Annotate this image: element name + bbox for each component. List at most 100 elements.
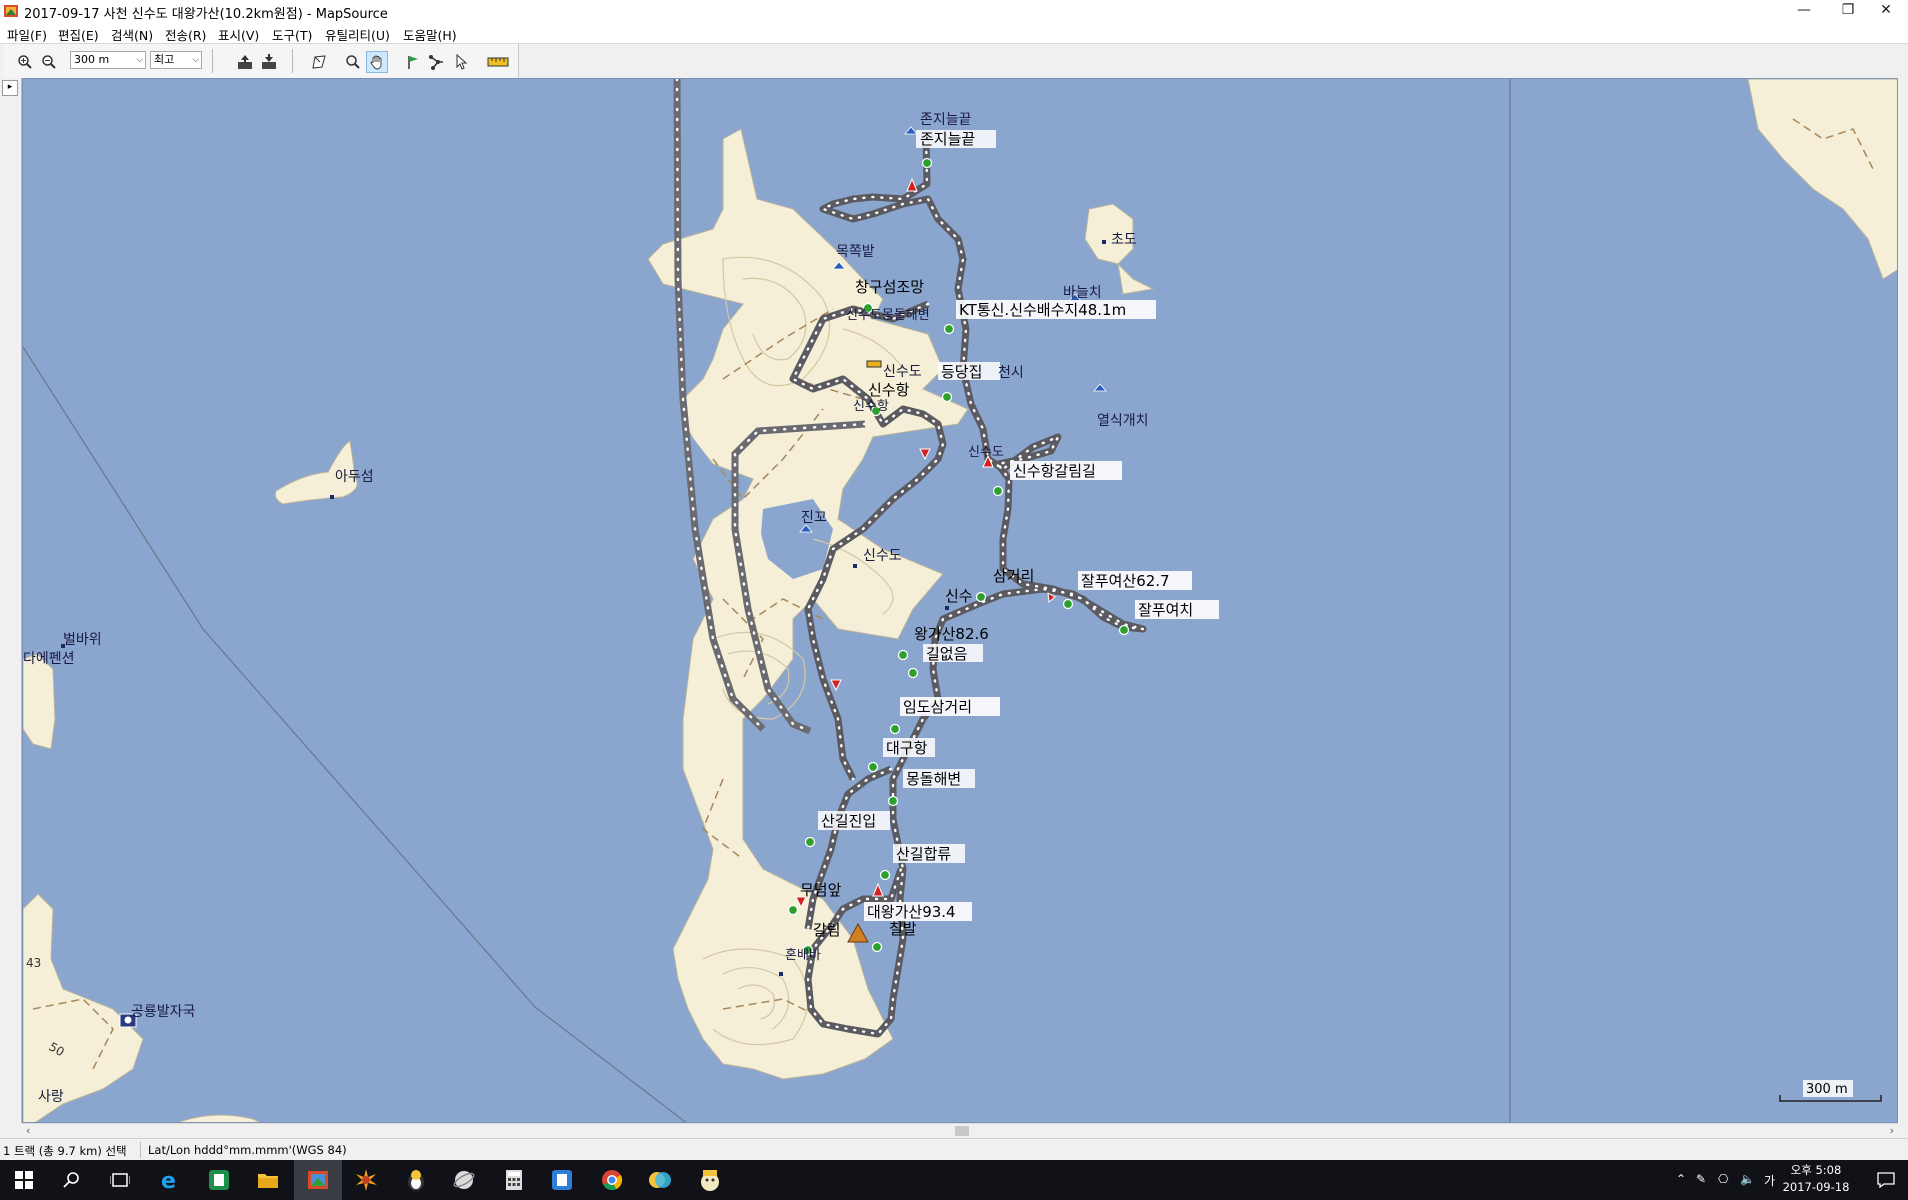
label-homebay: 혼배바: [785, 948, 821, 963]
map-view[interactable]: 존지늘끝 존지늘끝 목쪽밭 창구섬조망 KT통신.신수배수지48.1m 초도 바…: [22, 78, 1898, 1123]
label-jalpu: 잘푸여치: [1138, 601, 1193, 619]
label-chilbal: 칠발: [889, 920, 917, 938]
close-icon[interactable]: ✕: [1864, 0, 1908, 22]
label-daegu: 대구항: [886, 739, 928, 757]
app-green-icon[interactable]: [205, 1166, 233, 1194]
search-icon[interactable]: [58, 1166, 86, 1194]
map-canvas[interactable]: 존지늘끝 존지늘끝 목쪽밭 창구섬조망 KT통신.신수배수지48.1m 초도 바…: [23, 79, 1898, 1123]
label-sangiljin: 산길진입: [821, 812, 876, 830]
route-icon[interactable]: [426, 51, 448, 73]
paint-splash-icon[interactable]: [352, 1166, 380, 1194]
label-imdo: 임도삼거리: [903, 698, 972, 716]
menu-transfer[interactable]: 전송(R): [165, 25, 206, 44]
scroll-right-icon[interactable]: ›: [1890, 1124, 1894, 1137]
status-bar: 1 트랙 (총 9.7 km) 선택 Lat/Lon hddd°mm.mmm'(…: [0, 1138, 1908, 1161]
notepad-app-icon[interactable]: [548, 1166, 576, 1194]
title-bar: 2017-09-17 사천 신수도 대왕가산(10.2km원점) - MapSo…: [0, 0, 1908, 22]
label-jonji-a: 존지늘끝: [920, 112, 972, 128]
windows-taskbar: e ⌃ ✎ ⎔ 🔈 가 오후 5:08 2017-09-18: [0, 1160, 1908, 1200]
label-sinsu-small: 신수도: [968, 445, 1004, 460]
menu-tools[interactable]: 도구(T): [272, 25, 312, 44]
clock-time: 오후 5:08: [1790, 1163, 1842, 1177]
label-wanggasan: 왕가산82.6: [914, 625, 989, 643]
receive-from-device-icon[interactable]: [234, 51, 256, 73]
menu-view[interactable]: 표시(V): [218, 25, 259, 44]
menu-search[interactable]: 검색(N): [111, 25, 153, 44]
tray-pen-icon[interactable]: ✎: [1696, 1172, 1706, 1186]
svg-text:e: e: [161, 1169, 176, 1192]
label-jalpu-peak: 잘푸여산62.7: [1081, 572, 1170, 590]
internet-explorer-icon[interactable]: e: [156, 1166, 184, 1194]
windows-start-icon[interactable]: [10, 1166, 38, 1194]
menu-bar: 파일(F) 편집(E) 검색(N) 전송(R) 표시(V) 도구(T) 유틸리티…: [0, 22, 1908, 43]
zoom-in-icon[interactable]: [14, 51, 36, 73]
globe-app-icon[interactable]: [450, 1166, 478, 1194]
port-icon: [866, 360, 882, 368]
label-yeolsik: 열식개치: [1097, 413, 1149, 429]
label-gonggong: 공룡발자국: [131, 1004, 196, 1020]
label-daewang: 대왕가산93.4: [867, 903, 956, 921]
label-mudeom: 무덤앞: [800, 881, 842, 899]
label-sangilhap: 산길합류: [896, 845, 951, 863]
zoom-tool-icon[interactable]: [342, 51, 364, 73]
label-cheonsi: 천시: [998, 365, 1024, 381]
toolbar-group: 300 m ⌵ 최고 ⌵: [4, 44, 519, 78]
kakao-app-icon[interactable]: [696, 1166, 724, 1194]
ime-indicator[interactable]: 가: [1764, 1172, 1775, 1189]
file-explorer-icon[interactable]: [254, 1166, 282, 1194]
network-icon[interactable]: ⎔: [1718, 1172, 1728, 1186]
selection-pointer-icon[interactable]: [450, 51, 472, 73]
detail-select[interactable]: 최고 ⌵: [150, 51, 202, 69]
label-mongdol: 몽돌해변: [906, 770, 961, 788]
hand-pan-icon[interactable]: [366, 51, 388, 73]
map-select-icon[interactable]: [308, 51, 330, 73]
penguin-app-icon[interactable]: [402, 1166, 430, 1194]
send-to-device-icon[interactable]: [258, 51, 280, 73]
toolbar: 300 m ⌵ 최고 ⌵: [0, 43, 1908, 79]
expand-panel-button[interactable]: ▸: [2, 80, 18, 96]
task-view-icon[interactable]: [106, 1166, 134, 1194]
toolbar-divider: [292, 49, 293, 73]
calculator-icon[interactable]: [500, 1166, 528, 1194]
menu-edit[interactable]: 편집(E): [58, 25, 99, 44]
status-divider: [140, 1142, 141, 1158]
label-sinsudo-1: 신수도: [883, 364, 922, 380]
waypoint-flag-icon[interactable]: [402, 51, 424, 73]
mapsource-icon[interactable]: [294, 1160, 342, 1200]
tray-chevron-up-icon[interactable]: ⌃: [1676, 1172, 1686, 1186]
scroll-thumb[interactable]: [955, 1126, 969, 1136]
menu-utilities[interactable]: 유틸리티(U): [325, 25, 390, 44]
label-beach-top: 신수도몽돌해변: [846, 308, 930, 323]
zoom-scale-value: 300 m: [74, 53, 110, 66]
clock[interactable]: 오후 5:08 2017-09-18: [1782, 1162, 1850, 1196]
label-mokjjok: 목쪽밭: [836, 244, 875, 260]
chrome-icon[interactable]: [598, 1166, 626, 1194]
toolbar-divider: [212, 49, 213, 73]
label-port: 신수항: [868, 381, 910, 399]
selection-status: 1 트랙 (총 9.7 km) 선택: [3, 1144, 127, 1158]
vertical-scrollbar[interactable]: [1898, 78, 1908, 1123]
west-coast-upper: [23, 653, 56, 750]
horizontal-scrollbar[interactable]: ‹ ›: [22, 1123, 1898, 1138]
chat-app-icon[interactable]: [646, 1166, 674, 1194]
mapsource-app-icon: [4, 5, 18, 17]
sidebar-collapsed: ▸: [0, 78, 22, 1123]
label-beolbawi: 벌바위: [63, 632, 102, 648]
label-num-43: 43: [26, 956, 41, 970]
label-chodo: 초도: [1111, 232, 1137, 248]
label-jin: 진꼬: [801, 510, 827, 526]
minimize-icon[interactable]: —: [1782, 0, 1826, 22]
notification-icon[interactable]: [1872, 1166, 1900, 1194]
volume-icon[interactable]: 🔈: [1740, 1172, 1755, 1186]
menu-file[interactable]: 파일(F): [7, 25, 47, 44]
distance-ruler-icon[interactable]: [484, 51, 512, 73]
detail-value: 최고: [154, 53, 175, 66]
menu-help[interactable]: 도움말(H): [403, 25, 457, 44]
scroll-left-icon[interactable]: ‹: [26, 1124, 30, 1137]
zoom-out-icon[interactable]: [38, 51, 60, 73]
label-sarang: 사랑: [38, 1089, 64, 1105]
coordinate-format: Lat/Lon hddd°mm.mmm'(WGS 84): [148, 1143, 347, 1157]
zoom-scale-select[interactable]: 300 m ⌵: [70, 51, 146, 69]
scale-label: 300 m: [1806, 1082, 1848, 1097]
label-samgeori: 삼거리: [993, 567, 1034, 585]
